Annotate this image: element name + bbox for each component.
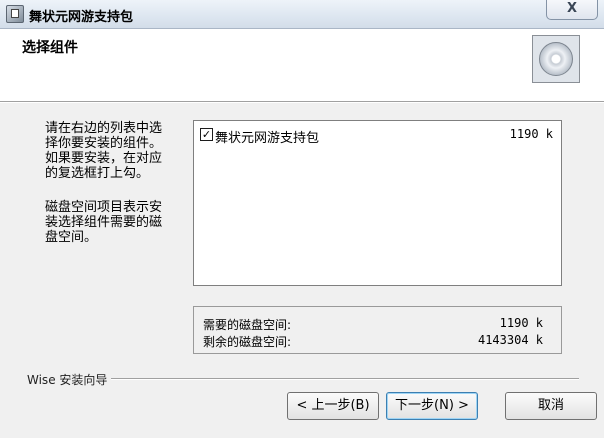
disk-required-label: 需要的磁盘空间: [203, 318, 292, 332]
disk-remaining-label: 剩余的磁盘空间: [203, 335, 292, 349]
disk-space-panel: 需要的磁盘空间: 1190 k 剩余的磁盘空间: 4143304 k [193, 306, 562, 354]
page-title: 选择组件 [22, 40, 78, 56]
wizard-header: 选择组件 [0, 29, 604, 102]
installer-app-icon [6, 5, 24, 23]
header-divider [0, 102, 604, 103]
component-name: 舞状元网游支持包 [215, 131, 320, 146]
instructions: 请在右边的列表中选择你要安装的组件。如果要安装，在对应的复选框打上勾。 磁盘空间… [45, 121, 170, 264]
disk-remaining-row: 剩余的磁盘空间: 4143304 k [203, 333, 543, 349]
component-checkbox[interactable]: ✓ [200, 128, 213, 141]
cancel-button[interactable]: 取消 [505, 392, 597, 420]
disk-required-value: 1190 k [499, 316, 543, 330]
instructions-disk-space: 磁盘空间项目表示安装选择组件需要的磁盘空间。 [45, 200, 163, 245]
disk-remaining-value: 4143304 k [477, 333, 543, 347]
title-bar: 舞状元网游支持包 X [0, 0, 604, 29]
wizard-brand-label: Wise 安装向导 [27, 371, 112, 388]
next-button[interactable]: 下一步(N) > [386, 392, 478, 420]
cd-disc-graphic [539, 42, 573, 76]
component-item[interactable]: ✓ 舞状元网游支持包 1190 k [200, 127, 555, 146]
instructions-select: 请在右边的列表中选择你要安装的组件。如果要安装，在对应的复选框打上勾。 [45, 121, 163, 181]
disk-required-row: 需要的磁盘空间: 1190 k [203, 316, 543, 332]
cd-disc-icon [532, 35, 580, 83]
window-title: 舞状元网游支持包 [29, 10, 134, 25]
back-button[interactable]: < 上一步(B) [287, 392, 379, 420]
close-button[interactable]: X [546, 0, 598, 20]
component-size: 1190 k [509, 127, 553, 141]
component-list[interactable]: ✓ 舞状元网游支持包 1190 k [193, 120, 562, 286]
